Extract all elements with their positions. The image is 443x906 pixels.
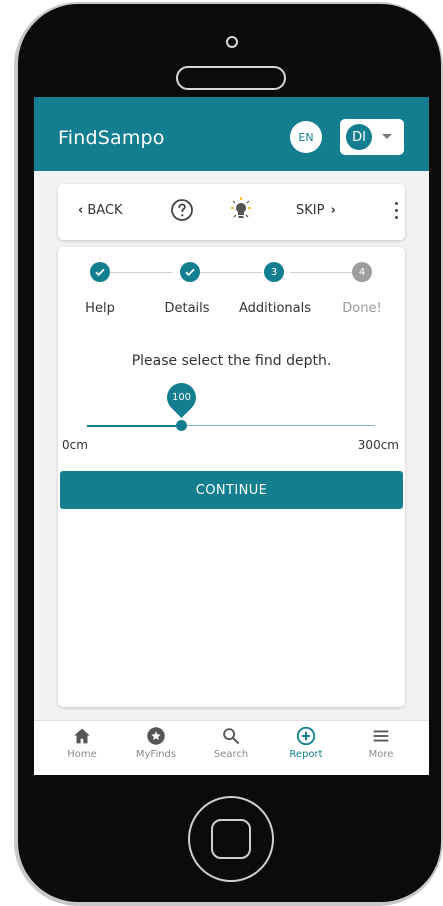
home-icon: [74, 728, 90, 744]
step-label-additionals: Additionals: [238, 301, 312, 316]
slider-thumb[interactable]: [176, 420, 187, 431]
question-text: Please select the find depth.: [131, 353, 332, 369]
search-icon: [223, 728, 239, 744]
nav-item-search[interactable]: Search: [201, 725, 261, 760]
profile-menu-button[interactable]: DI: [340, 119, 404, 155]
language-button[interactable]: EN: [290, 121, 322, 153]
wizard-toolbar: ‹ BACK SKIP ›: [58, 184, 405, 240]
back-label: BACK: [87, 203, 123, 218]
nav-item-home[interactable]: Home: [52, 725, 112, 760]
nav-item-myfinds[interactable]: MyFinds: [126, 725, 186, 760]
skip-label: SKIP: [296, 203, 325, 218]
step-label-details: Details: [164, 301, 210, 316]
menu-icon: [373, 730, 389, 742]
step-connector: [290, 272, 352, 273]
continue-button[interactable]: CONTINUE: [60, 471, 403, 509]
caret-down-icon: [382, 134, 392, 139]
slider-track-filled[interactable]: [87, 425, 182, 427]
nav-label-home: Home: [67, 749, 97, 760]
nav-label-more: More: [368, 749, 394, 760]
nav-label-search: Search: [213, 749, 249, 760]
bottom-navigation: Home MyFinds Search Report More: [34, 720, 429, 775]
home-button-square-icon: [211, 819, 251, 859]
wizard-card: 3 4 Help Details Additionals Done! Pleas…: [58, 247, 405, 707]
step-connector: [200, 272, 262, 273]
lightbulb-icon[interactable]: [228, 196, 254, 224]
app-screen: FindSampo EN DI ‹ BACK SKIP › 3 4 Help D…: [34, 97, 429, 775]
slider-track[interactable]: [182, 425, 375, 426]
nav-label-myfinds: MyFinds: [135, 749, 177, 760]
chevron-left-icon: ‹: [78, 203, 84, 218]
step-2-check-icon: [180, 262, 200, 282]
star-badge-icon: [147, 727, 165, 745]
chevron-right-icon: ›: [330, 203, 336, 218]
step-connector: [110, 272, 172, 273]
nav-item-more[interactable]: More: [351, 725, 411, 760]
step-label-done: Done!: [342, 301, 382, 316]
nav-label-report: Report: [289, 749, 323, 760]
slider-max-label: 300cm: [357, 438, 399, 452]
speaker-grille: [176, 66, 286, 90]
step-3-number: 3: [264, 262, 284, 282]
add-circle-icon: [296, 726, 316, 746]
more-vert-icon[interactable]: [394, 202, 400, 222]
slider-value-label: 100: [171, 392, 192, 403]
back-button[interactable]: ‹ BACK: [78, 203, 123, 218]
step-4-number: 4: [352, 262, 372, 282]
step-1-check-icon: [90, 262, 110, 282]
step-label-help: Help: [85, 301, 115, 316]
help-circle-icon[interactable]: [170, 198, 194, 222]
app-bar: FindSampo EN DI: [34, 97, 429, 171]
slider-min-label: 0cm: [62, 438, 88, 452]
nav-item-report[interactable]: Report: [276, 725, 336, 760]
avatar: DI: [346, 124, 372, 150]
camera-icon: [226, 36, 238, 48]
skip-button[interactable]: SKIP ›: [296, 203, 336, 218]
app-title: FindSampo: [58, 127, 165, 149]
